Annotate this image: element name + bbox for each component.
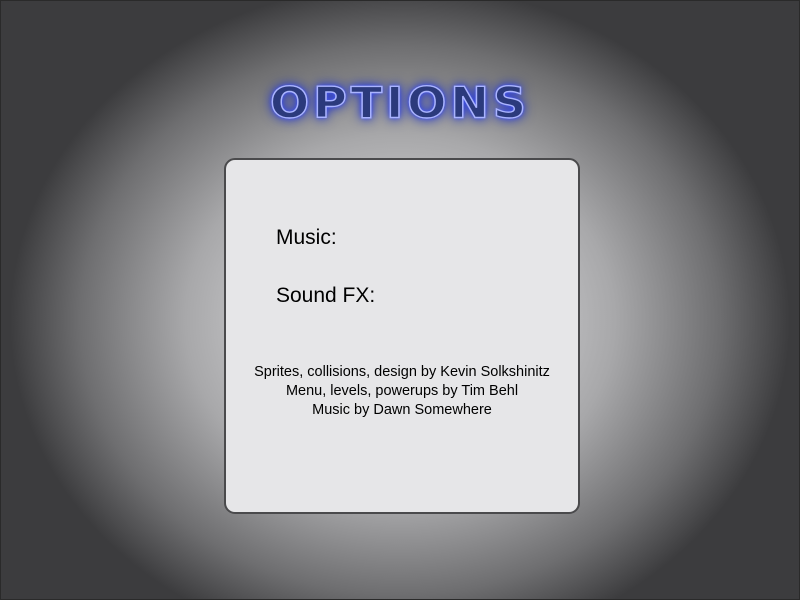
- credit-line-menu: Menu, levels, powerups by Tim Behl: [285, 383, 519, 399]
- credit-line-sprites: Sprites, collisions, design by Kevin Sol…: [254, 364, 550, 380]
- options-title: OPTIONS: [269, 77, 531, 128]
- options-panel: Music: Sound FX: Sprites, collisions, de…: [224, 158, 580, 514]
- credit-line-music: Music by Dawn Somewhere: [312, 402, 492, 418]
- sound-fx-option-label[interactable]: Sound FX:: [276, 284, 375, 308]
- options-screen: OPTIONS Music: Sound FX: Sprites, collis…: [0, 0, 800, 600]
- music-option-label[interactable]: Music:: [276, 226, 337, 250]
- credits-block: Sprites, collisions, design by Kevin Sol…: [226, 363, 578, 420]
